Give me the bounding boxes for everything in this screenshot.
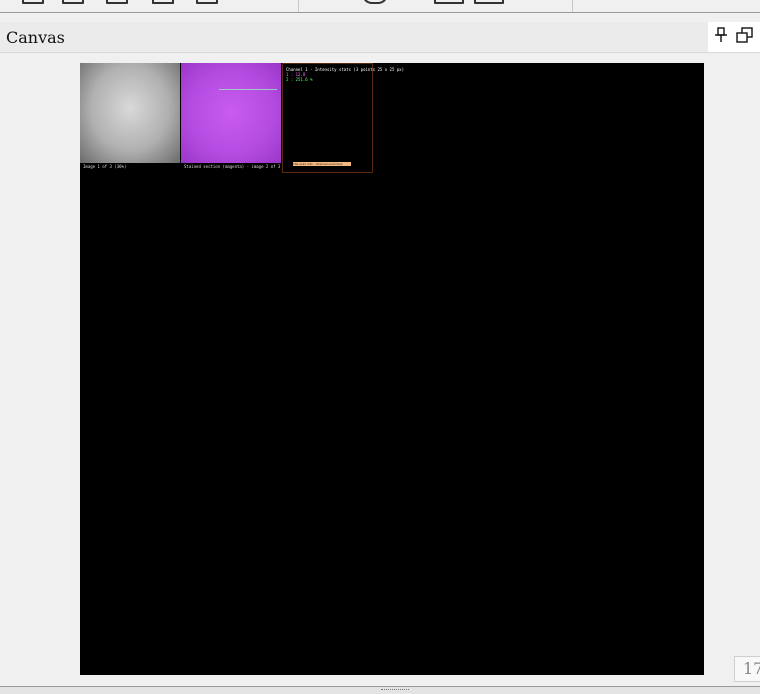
toolbar-new-icon[interactable] [22,0,44,4]
toolbar-separator [298,0,299,12]
toolbar-window-icon-2[interactable] [474,0,504,4]
splitter-grip-icon[interactable] [381,689,409,692]
toolbar-zoom-icon[interactable] [362,0,388,4]
panel-title: Canvas [6,28,65,47]
thumbnail-1[interactable]: Image 1 of 3 (36%) [80,63,180,173]
text-line: 2 : 251.6 % [286,77,313,82]
thumbnail-image-magenta [181,63,281,163]
thumbnail-caption: Image 1 of 3 (36%) [83,164,127,169]
pin-icon-glyph [715,27,727,42]
panel-header-buttons [708,22,760,52]
float-window-icon-glyph [736,27,753,43]
toolbar-separator-2 [572,0,573,12]
pin-icon[interactable] [710,27,732,47]
bottom-splitter[interactable] [0,686,760,694]
info-bar: Tile scan info - channel summary [293,162,351,166]
panel-body: Image 1 of 3 (36%) Stained section (mage… [0,53,760,686]
toolbar-save-icon[interactable] [106,0,128,4]
float-window-icon[interactable] [734,27,756,47]
toolbar-layout-icon[interactable] [152,0,174,4]
zoom-level[interactable]: 17 [734,656,760,682]
toolbar-gap [0,13,760,22]
panel-header: Canvas [0,22,760,53]
thumbnail-3[interactable]: Channel 1 - Intensity stats (3 points 25… [282,63,404,173]
scale-bar [219,89,277,90]
thumbnail-caption: Stained section (magenta) - image 2 of 3… [184,164,295,169]
thumbnail-2[interactable]: Stained section (magenta) - image 2 of 3… [181,63,295,173]
toolbar-window-icon[interactable] [434,0,464,4]
toolbar-open-icon[interactable] [62,0,84,4]
toolbar [0,0,760,13]
toolbar-grid-icon[interactable] [196,0,218,4]
canvas[interactable]: Image 1 of 3 (36%) Stained section (mage… [80,63,704,675]
thumbnail-image-grayscale [80,63,180,163]
